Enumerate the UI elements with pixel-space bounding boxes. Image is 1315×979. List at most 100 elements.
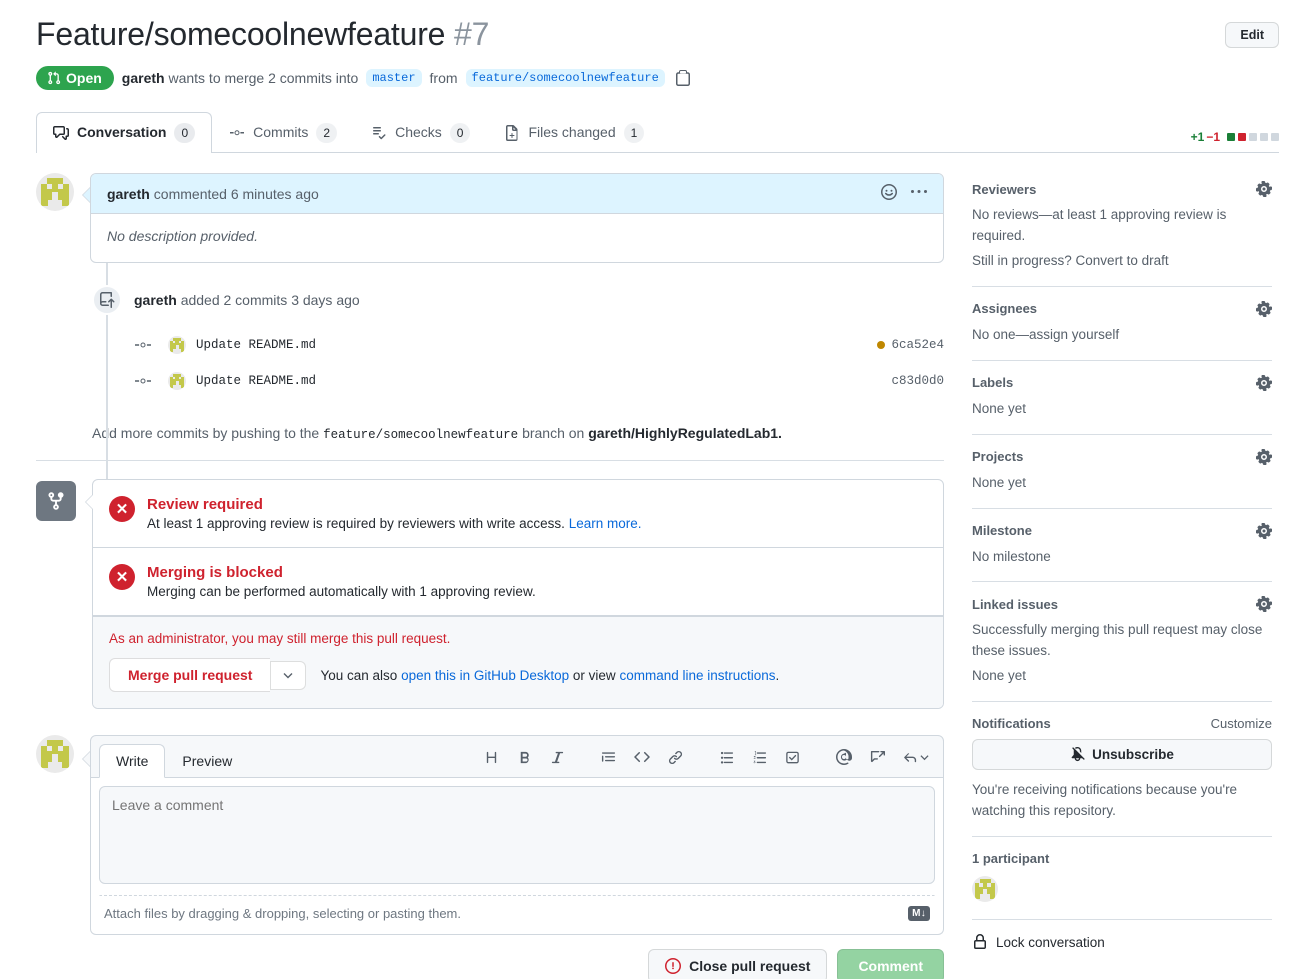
copy-icon[interactable] xyxy=(675,70,691,86)
list-unordered-glyph xyxy=(720,751,734,764)
gear-icon[interactable] xyxy=(1256,596,1272,613)
gear-icon[interactable] xyxy=(1256,300,1272,317)
mention-icon[interactable] xyxy=(830,745,858,769)
commit-avatar[interactable] xyxy=(168,336,186,354)
divider xyxy=(36,460,944,461)
from-label: from xyxy=(429,70,458,86)
merge-status-desc: At least 1 approving review is required … xyxy=(147,516,641,531)
tab-label: Files changed xyxy=(528,124,616,141)
ordered-list-icon[interactable] xyxy=(746,746,773,769)
close-pull-request-button[interactable]: Close pull request xyxy=(648,949,828,979)
page-body: gareth commented 6 minutes ago No descri… xyxy=(36,173,1279,979)
merge-pull-request-button[interactable]: Merge pull request xyxy=(109,658,271,692)
error-icon: ✕ xyxy=(109,564,135,590)
bold-icon[interactable] xyxy=(511,746,538,769)
commit-sha[interactable]: 6ca52e4 xyxy=(891,338,944,352)
alt-middle: or view xyxy=(572,667,616,683)
commit-sha-wrap: c83d0d0 xyxy=(891,374,944,388)
push-event-row: gareth added 2 commits 3 days ago xyxy=(36,285,944,315)
heading-icon[interactable] xyxy=(478,746,505,769)
tab-commits[interactable]: Commits 2 xyxy=(212,112,354,153)
commit-message[interactable]: Update README.md xyxy=(196,374,316,388)
convert-to-draft-text[interactable]: Still in progress? Convert to draft xyxy=(972,251,1272,272)
task-list-glyph xyxy=(786,751,799,763)
learn-more-link[interactable]: Learn more. xyxy=(569,516,642,531)
merge-status-section: ✕ Review required At least 1 approving r… xyxy=(36,479,944,709)
lock-conversation-button[interactable]: Lock conversation xyxy=(972,934,1272,950)
list-ordered-glyph xyxy=(753,750,767,763)
mention-glyph xyxy=(836,749,852,765)
gear-glyph xyxy=(1256,522,1272,539)
quote-icon[interactable] xyxy=(595,746,622,769)
command-line-link[interactable]: command line instructions xyxy=(619,668,775,683)
diff-deletions: −1 xyxy=(1206,130,1220,144)
tab-write[interactable]: Write xyxy=(99,744,166,778)
merge-dropdown-button[interactable] xyxy=(270,660,307,690)
italic-icon[interactable] xyxy=(544,746,571,769)
gear-icon[interactable] xyxy=(1256,522,1272,539)
comment-input[interactable] xyxy=(99,786,935,884)
sidebar-title: Labels xyxy=(972,375,1014,391)
unsubscribe-button[interactable]: Unsubscribe xyxy=(972,739,1272,771)
commit-sha[interactable]: c83d0d0 xyxy=(891,374,944,388)
commit-status-dot[interactable] xyxy=(877,341,886,349)
assignees-status[interactable]: No one—assign yourself xyxy=(972,325,1272,346)
comment-author[interactable]: gareth xyxy=(107,186,150,202)
tab-conversation[interactable]: Conversation 0 xyxy=(36,112,213,153)
edit-button[interactable]: Edit xyxy=(1225,22,1279,48)
tab-files-changed[interactable]: Files changed 1 xyxy=(487,112,661,153)
head-branch-chip[interactable]: feature/somecoolnewfeature xyxy=(465,69,665,87)
merge-status-text: Merging is blocked Merging can be perfor… xyxy=(147,564,536,599)
gear-icon[interactable] xyxy=(1256,181,1272,197)
commit-message[interactable]: Update README.md xyxy=(196,338,316,352)
chevron-down-icon xyxy=(920,754,929,760)
github-desktop-link[interactable]: open this in GitHub Desktop xyxy=(401,668,569,683)
reply-icon[interactable] xyxy=(897,746,935,769)
avatar[interactable] xyxy=(36,173,74,211)
git-merge-glyph xyxy=(48,492,64,510)
gear-icon[interactable] xyxy=(1256,374,1272,391)
sidebar-title: Projects xyxy=(972,449,1024,465)
pr-sub-prefix: wants to merge 2 commits into xyxy=(168,70,359,86)
gear-icon[interactable] xyxy=(1256,448,1272,465)
unordered-list-icon[interactable] xyxy=(713,746,740,769)
avatar[interactable] xyxy=(36,735,74,773)
gear-glyph xyxy=(1256,300,1272,317)
link-icon[interactable] xyxy=(662,746,689,769)
linked-issues-desc: Successfully merging this pull request m… xyxy=(972,622,1263,659)
avatar[interactable] xyxy=(972,876,998,903)
sidebar-section-projects: Projects None yet xyxy=(972,448,1272,509)
kebab-menu-icon[interactable] xyxy=(911,184,927,203)
reference-icon[interactable] xyxy=(864,746,891,769)
tab-preview[interactable]: Preview xyxy=(165,744,249,778)
comment-time: 6 minutes ago xyxy=(230,185,319,202)
diff-block xyxy=(1238,133,1246,141)
merge-alternatives: You can also open this in GitHub Desktop… xyxy=(320,668,779,683)
lock-conversation-label: Lock conversation xyxy=(996,934,1105,950)
merge-status-row-blocked: ✕ Merging is blocked Merging can be perf… xyxy=(93,548,943,616)
task-list-icon[interactable] xyxy=(779,746,806,769)
merge-status-text: Review required At least 1 approving rev… xyxy=(147,496,641,531)
markdown-badge[interactable]: M↓ xyxy=(908,906,930,921)
projects-status: None yet xyxy=(972,474,1027,490)
merge-status-desc: Merging can be performed automatically w… xyxy=(147,584,536,599)
attach-files-row[interactable]: Attach files by dragging & dropping, sel… xyxy=(99,895,935,926)
emoji-reaction-icon[interactable] xyxy=(881,184,897,203)
sidebar-section-reviewers: Reviewers No reviews—at least 1 approvin… xyxy=(972,181,1272,287)
tab-bar: Conversation 0 Commits 2 Checks 0 Files … xyxy=(36,112,1279,153)
code-icon[interactable] xyxy=(628,745,656,769)
labels-status: None yet xyxy=(972,400,1027,416)
heading-glyph xyxy=(486,751,497,763)
tab-counter: 0 xyxy=(449,123,471,143)
push-author[interactable]: gareth xyxy=(134,292,177,308)
tab-checks[interactable]: Checks 0 xyxy=(354,112,487,153)
editor-arrow xyxy=(82,751,90,767)
sidebar-header: Linked issues xyxy=(972,596,1272,613)
commit-avatar[interactable] xyxy=(168,372,186,390)
base-branch-chip[interactable]: master xyxy=(366,69,422,87)
reviewers-status: No reviews—at least 1 approving review i… xyxy=(972,207,1227,243)
git-merge-icon xyxy=(36,481,76,521)
sidebar-header: Reviewers xyxy=(972,181,1272,197)
customize-link[interactable]: Customize xyxy=(1211,716,1272,731)
comment-button[interactable]: Comment xyxy=(837,949,944,979)
